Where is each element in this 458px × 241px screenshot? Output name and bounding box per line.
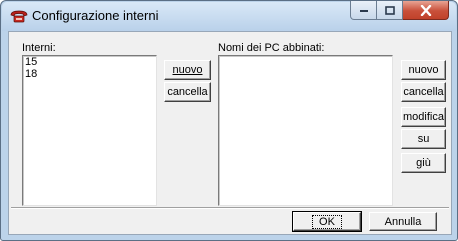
window-title: Configurazione interni [32,8,159,23]
move-up-button[interactable]: su [401,129,446,149]
maximize-button[interactable] [377,1,403,20]
extension-new-button[interactable]: nuovo [164,60,211,80]
maximize-icon [384,5,395,15]
paired-pcs-listbox[interactable] [218,55,393,206]
dialog-window: Configurazione interni Interni: 15 18 nu… [0,0,458,241]
dialog-client-area: Interni: 15 18 nuovo cancella Nomi dei P… [8,31,452,235]
telephone-icon [10,10,28,23]
footer-divider [11,207,449,209]
ok-button[interactable]: OK [292,211,362,232]
extensions-listbox[interactable]: 15 18 [22,55,157,206]
move-down-button[interactable]: giù [401,153,446,173]
pc-new-button[interactable]: nuovo [401,60,446,80]
cancel-button[interactable]: Annulla [369,212,437,231]
pc-edit-button[interactable]: modifica [401,107,446,127]
extension-delete-button[interactable]: cancella [164,82,211,102]
pc-delete-button[interactable]: cancella [401,82,446,102]
minimize-button[interactable] [350,1,377,20]
list-item[interactable]: 18 [23,68,156,80]
list-item[interactable]: 15 [23,56,156,68]
paired-pcs-label: Nomi dei PC abbinati: [218,42,325,54]
close-button[interactable] [403,1,449,20]
close-icon [420,4,431,16]
extensions-label: Interni: [22,42,56,54]
minimize-icon [359,10,368,12]
